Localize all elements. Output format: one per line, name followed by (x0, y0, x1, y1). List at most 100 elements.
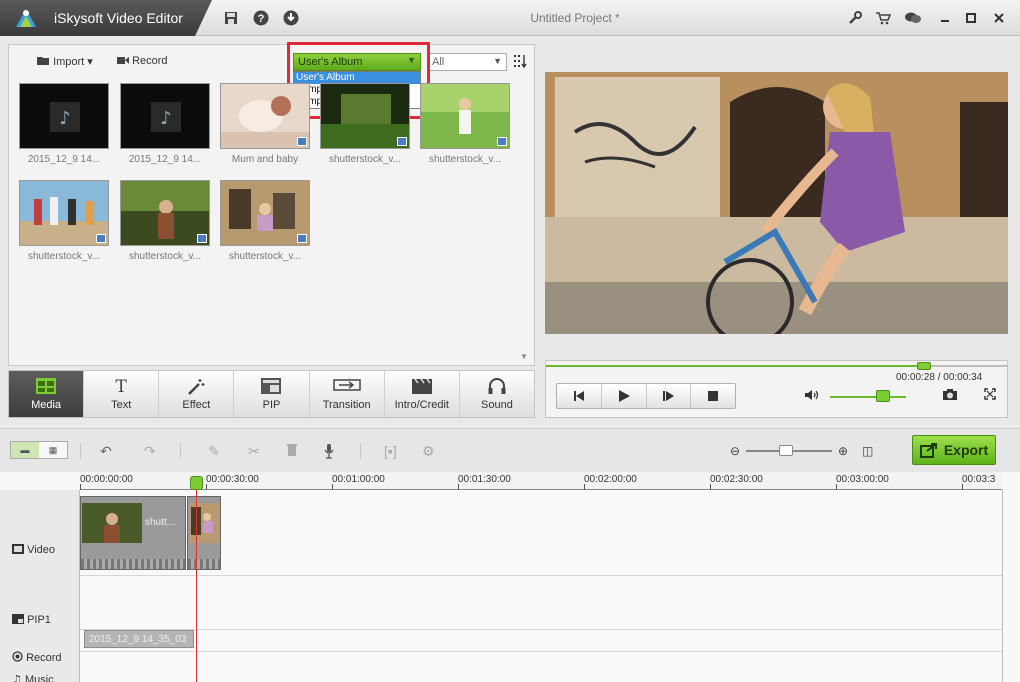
cut-icon[interactable]: ✂ (248, 443, 260, 460)
crop-icon[interactable]: [▪] (384, 443, 397, 459)
download-icon[interactable] (282, 9, 300, 27)
record-button[interactable]: Record (117, 55, 168, 67)
ruler-label: 00:00:30:00 (206, 474, 259, 485)
export-icon (919, 443, 937, 458)
media-item[interactable]: ♪ (19, 83, 109, 149)
media-item-label: shutterstock_v... (128, 251, 202, 262)
save-icon[interactable] (222, 9, 240, 27)
brand-area: iSkysoft Video Editor (0, 0, 212, 36)
media-item[interactable] (120, 180, 210, 246)
media-item[interactable] (220, 180, 310, 246)
media-item-label: shutterstock_v... (328, 154, 402, 165)
settings-icon[interactable]: ⚙ (422, 443, 435, 460)
app-logo-icon (16, 9, 36, 27)
media-item[interactable] (420, 83, 510, 149)
scroll-down-icon[interactable]: ▼ (520, 352, 528, 361)
playback-buttons (556, 383, 736, 409)
help-icon[interactable]: ? (252, 9, 270, 27)
timeline-toolbar: ▬ ▦ ↶ ↷ ✎ ✂ [▪] ⚙ ⊖ ⊕ ◫ Export (0, 428, 1020, 472)
music-track[interactable] (80, 652, 1002, 682)
prev-frame-button[interactable] (557, 384, 602, 408)
delete-icon[interactable] (286, 443, 298, 460)
minimize-icon[interactable] (936, 9, 954, 27)
edit-icon[interactable]: ✎ (208, 443, 220, 460)
media-library: Import ▾ Record All ▼ User's Album ▼ Use… (8, 42, 535, 366)
fullscreen-icon[interactable] (984, 388, 996, 403)
volume-icon[interactable] (804, 389, 820, 404)
tab-media[interactable]: Media (9, 371, 85, 417)
track-header-record: Record (12, 651, 62, 664)
zoom-out-icon[interactable]: ⊖ (730, 444, 740, 458)
media-filter-select[interactable]: All ▼ (427, 53, 507, 71)
next-frame-button[interactable] (647, 384, 692, 408)
record-clip[interactable]: 2015_12_9 14_35_03 (84, 630, 194, 648)
track-label: Video (27, 544, 55, 556)
fit-timeline-icon[interactable]: ◫ (862, 444, 873, 458)
next-frame-icon (663, 391, 675, 401)
divider (80, 443, 81, 459)
project-title: Untitled Project * (530, 11, 620, 25)
progress-handle[interactable] (917, 362, 932, 370)
tab-intro-credit[interactable]: Intro/Credit (385, 371, 460, 417)
video-clip[interactable]: shutt... (80, 496, 186, 570)
track-label: Music (24, 674, 54, 682)
chat-icon[interactable] (904, 9, 922, 27)
stop-button[interactable] (691, 384, 735, 408)
storyboard-view-icon[interactable]: ▦ (39, 442, 67, 458)
pip-track[interactable] (80, 576, 1002, 630)
media-item[interactable] (19, 180, 109, 246)
close-icon[interactable] (990, 9, 1008, 27)
progress-bar[interactable] (546, 362, 1007, 370)
ruler-label: 00:02:30:00 (710, 474, 763, 485)
tab-effect[interactable]: Effect (159, 371, 235, 417)
media-item[interactable] (320, 83, 410, 149)
ruler-label: 00:01:00:00 (332, 474, 385, 485)
video-clip[interactable] (187, 496, 221, 570)
timeline-view-icon[interactable]: ▬ (11, 442, 39, 458)
svg-text:?: ? (258, 13, 265, 25)
media-item[interactable] (220, 83, 310, 149)
svg-text:♪: ♪ (59, 108, 71, 129)
zoom-handle[interactable] (779, 445, 793, 456)
tab-text[interactable]: T Text (84, 371, 160, 417)
media-item[interactable]: ♪ (120, 83, 210, 149)
tab-pip[interactable]: PIP (234, 371, 310, 417)
ruler-label: 00:03:3 (962, 474, 996, 485)
sort-icon[interactable] (513, 54, 527, 71)
snapshot-camera-icon[interactable] (942, 388, 958, 404)
title-bar: iSkysoft Video Editor ? Untitled Project… (0, 0, 1020, 36)
preview-frame-image (545, 72, 1008, 334)
headphones-icon (460, 377, 534, 399)
play-icon (618, 390, 630, 402)
tools-icon[interactable] (846, 9, 864, 27)
track-label: PIP1 (27, 614, 51, 626)
tab-transition[interactable]: Transition (310, 371, 385, 417)
microphone-icon[interactable] (324, 443, 334, 462)
cart-icon[interactable] (874, 9, 892, 27)
undo-icon[interactable]: ↶ (100, 443, 112, 460)
video-track[interactable]: shutt... (80, 490, 1002, 576)
redo-icon[interactable]: ↷ (144, 443, 156, 460)
time-ruler[interactable]: 00:00:00:00 00:00:30:00 00:01:00:00 00:0… (80, 472, 1002, 490)
export-button[interactable]: Export (912, 435, 996, 465)
timeline-view-toggle[interactable]: ▬ ▦ (10, 441, 68, 459)
zoom-in-icon[interactable]: ⊕ (838, 444, 848, 458)
media-item-label: 2015_12_9 14... (128, 154, 202, 165)
tab-label: Effect (182, 399, 211, 411)
text-icon: T (115, 377, 127, 397)
ruler-label: 00:00:00:00 (80, 474, 133, 485)
maximize-icon[interactable] (962, 9, 980, 27)
play-button[interactable] (602, 384, 647, 408)
export-label: Export (943, 442, 989, 458)
video-badge-icon (397, 137, 407, 146)
import-button[interactable]: Import ▾ (37, 55, 93, 68)
volume-slider[interactable] (830, 396, 906, 398)
svg-text:♪: ♪ (160, 108, 172, 129)
record-circle-icon (12, 651, 23, 662)
tab-sound[interactable]: Sound (460, 371, 534, 417)
volume-handle[interactable] (876, 390, 891, 402)
playhead-handle[interactable] (190, 476, 203, 490)
record-track[interactable] (80, 630, 1002, 652)
prev-frame-icon (573, 391, 584, 401)
track-header-pip: PIP1 (12, 614, 51, 626)
